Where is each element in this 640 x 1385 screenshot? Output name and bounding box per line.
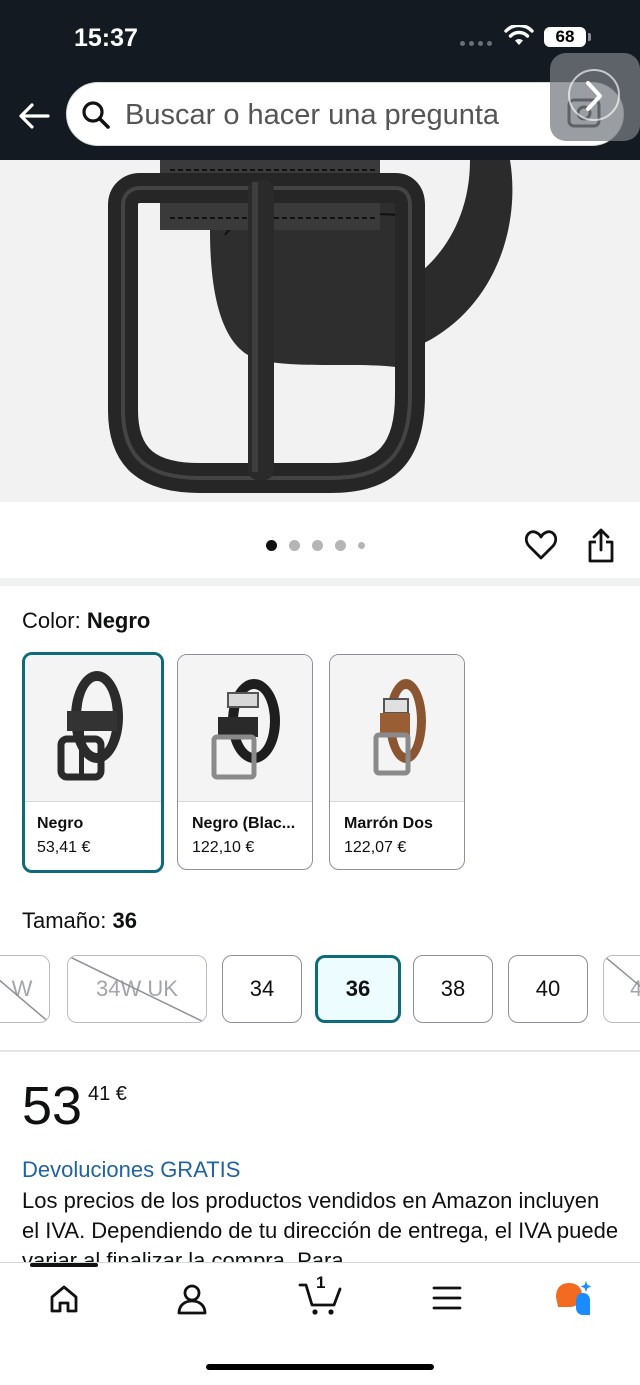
color-option-negro-black[interactable]: Negro (Blac... 122,10 €	[177, 654, 313, 870]
search-icon	[82, 101, 110, 129]
free-returns-link[interactable]: Devoluciones GRATIS	[22, 1157, 240, 1183]
color-label-text: Color:	[22, 608, 81, 633]
price-whole: 53	[22, 1076, 83, 1136]
cart-count: 1	[316, 1273, 326, 1292]
color-option-name: Negro	[37, 815, 84, 832]
rufus-assistant-icon[interactable]	[552, 1279, 594, 1319]
search-bar[interactable]	[66, 82, 624, 146]
belt-buckle-image	[0, 160, 640, 502]
chevron-right-icon	[586, 81, 602, 111]
size-option-unavailable[interactable]: W	[0, 955, 50, 1023]
section-separator	[0, 578, 640, 586]
size-option-34w-uk[interactable]: 34W UK	[67, 955, 207, 1023]
account-icon[interactable]	[176, 1283, 208, 1315]
back-arrow-icon[interactable]	[14, 96, 54, 136]
home-indicator	[206, 1364, 434, 1370]
color-label: Color: Negro	[22, 608, 150, 634]
color-option-name: Marrón Dos	[344, 815, 433, 832]
image-pagination-dots[interactable]	[266, 540, 365, 551]
share-icon[interactable]	[586, 528, 616, 564]
status-time: 15:37	[74, 24, 138, 52]
forward-button[interactable]	[550, 53, 640, 141]
color-option-price: 122,10 €	[192, 839, 255, 856]
color-option-price: 122,07 €	[344, 839, 407, 856]
cart-button[interactable]: 1	[298, 1273, 344, 1317]
battery-tip	[588, 33, 591, 41]
color-option-name: Negro (Blac...	[192, 815, 296, 832]
size-option-unavailable[interactable]: 4	[603, 955, 640, 1023]
color-option-marron-dos[interactable]: Marrón Dos 122,07 €	[329, 654, 465, 870]
color-option-price: 53,41 €	[37, 839, 91, 856]
color-option-negro[interactable]: Negro 53,41 €	[22, 652, 164, 873]
product-image[interactable]	[0, 160, 640, 502]
swatch-image	[25, 655, 161, 802]
size-option-40[interactable]: 40	[508, 955, 588, 1023]
heart-icon[interactable]	[524, 528, 558, 562]
size-option-36[interactable]: 36	[315, 955, 401, 1023]
cellular-signal-icon	[460, 41, 492, 46]
top-bar: 15:37 68	[0, 0, 640, 160]
menu-icon[interactable]	[432, 1285, 462, 1311]
wifi-icon	[504, 25, 534, 45]
battery-icon: 68	[544, 27, 586, 47]
size-option-38[interactable]: 38	[413, 955, 493, 1023]
size-label-text: Tamaño:	[22, 908, 107, 933]
size-option-34[interactable]: 34	[222, 955, 302, 1023]
active-tab-indicator	[30, 1263, 98, 1267]
home-icon[interactable]	[48, 1283, 80, 1315]
size-selected-value: 36	[112, 908, 137, 933]
color-selected-value: Negro	[86, 608, 151, 633]
section-divider	[0, 1050, 640, 1052]
price: 53 41 €	[22, 1075, 127, 1137]
swatch-image	[330, 655, 464, 802]
size-label: Tamaño: 36	[22, 908, 137, 934]
search-input[interactable]	[123, 93, 547, 137]
price-fraction: 41 €	[88, 1083, 127, 1105]
swatch-image	[178, 655, 312, 802]
